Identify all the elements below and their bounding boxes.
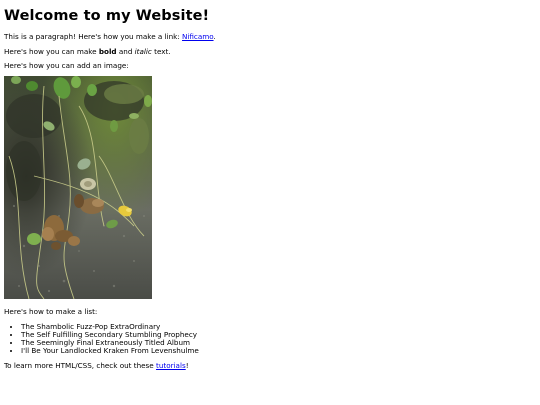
paragraph-link-example: This is a paragraph! Here's how you make…	[4, 33, 540, 41]
nificamo-link[interactable]: Nificamo	[182, 32, 214, 41]
paragraph-text: This is a paragraph! Here's how you make…	[4, 32, 183, 42]
paragraph-punctuation: !	[185, 360, 189, 370]
tutorials-link[interactable]: tutorials	[156, 361, 186, 370]
bold-text: bold	[98, 46, 117, 56]
paragraph-text: To learn more HTML/CSS, check out these	[4, 360, 157, 370]
paragraph-punctuation: .	[213, 32, 216, 42]
nature-photo	[4, 76, 152, 300]
paragraph-text: text.	[151, 46, 171, 56]
paragraph-list-intro: Here's how to make a list:	[4, 307, 98, 317]
paragraph-text: and	[116, 46, 135, 56]
list-item: I'll Be Your Landlocked Kraken From Leve…	[21, 347, 540, 356]
page-body: Welcome to my Website! This is a paragra…	[0, 0, 540, 370]
page-title: Welcome to my Website!	[4, 8, 210, 24]
paragraph-format-example: Here's how you can make bold and italic …	[4, 46, 540, 56]
album-list: The Shambolic Fuzz-Pop ExtraOrdinary The…	[4, 322, 540, 356]
nature-photo-graphic	[4, 76, 152, 300]
paragraph-image-intro: Here's how you can add an image:	[4, 60, 129, 70]
italic-text: italic	[134, 46, 152, 56]
paragraph-text: Here's how you can make	[4, 46, 99, 56]
paragraph-tutorials: To learn more HTML/CSS, check out these …	[4, 360, 540, 370]
